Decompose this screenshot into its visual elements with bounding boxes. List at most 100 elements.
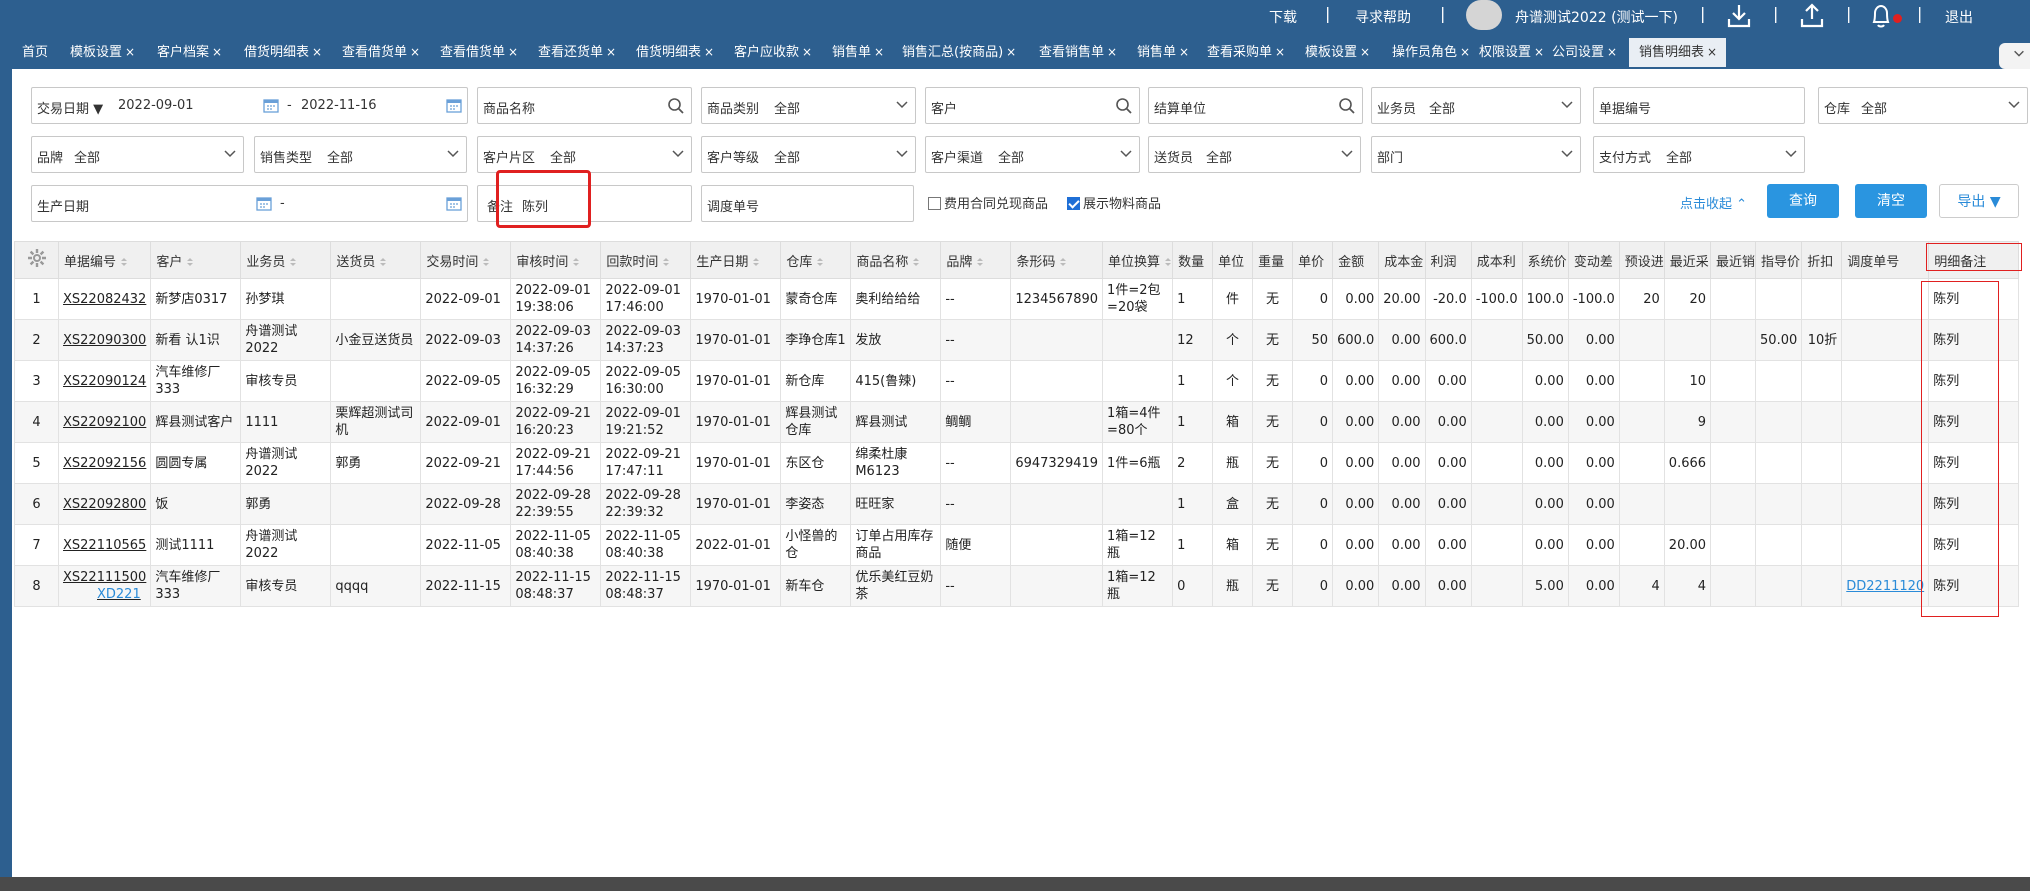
calendar-icon[interactable] <box>446 97 462 113</box>
tab-item[interactable]: 客户应收款 × <box>724 38 822 67</box>
avatar[interactable] <box>1466 0 1502 30</box>
tab-dropdown[interactable] <box>1999 43 2030 69</box>
doc-number-link[interactable]: XS22110565 <box>57 524 152 566</box>
doc-no-field[interactable]: 单据编号 <box>1593 87 1805 124</box>
sort-icon[interactable] <box>186 257 194 267</box>
search-icon[interactable] <box>1338 97 1356 115</box>
calendar-icon[interactable] <box>256 195 272 211</box>
doc-number[interactable]: XS22082432 <box>63 291 146 308</box>
column-header[interactable]: 生产日期 <box>690 241 782 279</box>
salesman-select[interactable]: 业务员 全部 <box>1371 87 1581 124</box>
collapse-link[interactable]: 点击收起 ⌃ <box>1680 193 1747 212</box>
column-header[interactable]: 交易时间 <box>420 241 512 279</box>
search-icon[interactable] <box>667 97 685 115</box>
doc-number[interactable]: XS22090300 <box>63 332 146 349</box>
calendar-icon[interactable] <box>263 97 279 113</box>
trade-date-label[interactable]: 交易日期 ▼ <box>37 98 103 117</box>
column-header[interactable]: 重量 <box>1252 241 1294 279</box>
doc-number-link[interactable]: XS22092800 <box>57 483 152 525</box>
column-header[interactable]: 最近销 <box>1710 241 1757 279</box>
column-header[interactable]: 调度单号 <box>1841 241 1930 279</box>
table-row[interactable]: 4 XS22092100 辉县测试客户 1111 栗辉超测试司机 2022-09-01 20… <box>14 401 2020 443</box>
column-header[interactable]: 系统价 <box>1521 241 1569 279</box>
tab-item[interactable]: 查看借货单 × <box>430 38 528 67</box>
customer-field[interactable]: 客户 <box>925 87 1140 124</box>
column-settings[interactable] <box>14 241 59 279</box>
close-icon[interactable]: × <box>508 45 518 59</box>
fee-contract-checkbox[interactable]: 费用合同兑现商品 <box>928 193 1048 212</box>
doc-number[interactable]: XS22110565 <box>63 537 146 554</box>
doc-number[interactable]: XS22092100 <box>63 414 146 431</box>
column-header[interactable]: 折扣 <box>1801 241 1843 279</box>
query-button[interactable]: 查询 <box>1767 184 1839 218</box>
tab-item[interactable]: 借货明细表 × <box>234 38 332 67</box>
sort-icon[interactable] <box>752 257 760 267</box>
column-header[interactable]: 数量 <box>1172 241 1214 279</box>
brand-select[interactable]: 品牌 全部 <box>31 136 244 173</box>
sort-icon[interactable] <box>120 257 128 267</box>
customer-level-select[interactable]: 客户等级 全部 <box>701 136 916 173</box>
sort-icon[interactable] <box>662 257 670 267</box>
column-header[interactable]: 审核时间 <box>510 241 602 279</box>
table-row[interactable]: 6 XS22092800 饭郭勇 2022-09-28 2022-09-28 22:39… <box>14 483 2020 525</box>
column-header[interactable]: 条形码 <box>1010 241 1104 279</box>
close-icon[interactable]: × <box>410 45 420 59</box>
close-icon[interactable]: × <box>1707 45 1717 59</box>
help-link[interactable]: 寻求帮助 <box>1355 7 1411 27</box>
download-icon[interactable] <box>1724 2 1754 30</box>
table-row[interactable]: 3 XS22090124 汽车维修厂333 审核专员 2022-09-05 2022-09… <box>14 360 2020 402</box>
tab-item[interactable]: 查看采购单 × <box>1197 38 1295 67</box>
sales-type-select[interactable]: 销售类型 全部 <box>254 136 467 173</box>
show-material-checkbox[interactable]: 展示物料商品 <box>1067 193 1161 212</box>
doc-number[interactable]: XS22111500 <box>63 569 146 586</box>
clear-button[interactable]: 清空 <box>1855 184 1927 218</box>
dispatch-no-field[interactable]: 调度单号 <box>701 185 914 222</box>
column-header[interactable]: 品牌 <box>940 241 1012 279</box>
tab-item[interactable]: 销售汇总(按商品) × <box>892 38 1029 67</box>
close-icon[interactable]: × <box>1607 45 1617 59</box>
close-icon[interactable]: × <box>1107 45 1117 59</box>
date-to-value[interactable]: 2022-11-16 <box>301 98 377 113</box>
deliverer-select[interactable]: 送货员 全部 <box>1148 136 1361 173</box>
calendar-icon[interactable] <box>446 195 462 211</box>
sort-icon[interactable] <box>1164 257 1172 267</box>
doc-number-link[interactable]: XS22090124 <box>57 360 152 402</box>
column-header[interactable]: 业务员 <box>240 241 332 279</box>
related-doc-number[interactable]: XD221 <box>63 586 146 603</box>
sort-icon[interactable] <box>816 257 824 267</box>
upload-icon[interactable] <box>1797 2 1827 30</box>
bell-icon[interactable] <box>1866 2 1896 30</box>
department-select[interactable]: 部门 <box>1371 136 1581 173</box>
checkbox-unchecked-icon[interactable] <box>928 197 941 210</box>
date-from-value[interactable]: 2022-09-01 <box>118 98 194 113</box>
gear-icon[interactable] <box>27 248 47 268</box>
customer-area-select[interactable]: 客户片区 全部 <box>477 136 692 173</box>
product-name-field[interactable]: 商品名称 <box>477 87 692 124</box>
sort-icon[interactable] <box>976 257 984 267</box>
column-header[interactable]: 商品名称 <box>850 241 942 279</box>
table-row[interactable]: 2 XS22090300 新看 认1识 舟谱测试2022 小金豆送货员 2022-09-0… <box>14 319 2020 361</box>
tab-item[interactable]: 查看借货单 × <box>332 38 430 67</box>
checkbox-checked-icon[interactable] <box>1067 197 1080 210</box>
column-header[interactable]: 预设进 <box>1618 241 1665 279</box>
column-header[interactable]: 指导价 <box>1755 241 1803 279</box>
close-icon[interactable]: × <box>704 45 714 59</box>
sort-icon[interactable] <box>1059 257 1067 267</box>
close-icon[interactable]: × <box>606 45 616 59</box>
doc-number[interactable]: XS22090124 <box>63 373 146 390</box>
column-header[interactable]: 仓库 <box>780 241 852 279</box>
column-header[interactable]: 单价 <box>1292 241 1334 279</box>
tab-item[interactable]: 销售单 × <box>822 38 892 67</box>
tab-item[interactable]: 借货明细表 × <box>626 38 724 67</box>
doc-number-link[interactable]: XS22082432 <box>57 278 152 320</box>
column-header[interactable]: 单位 <box>1212 241 1254 279</box>
close-icon[interactable]: × <box>1006 45 1016 59</box>
dispatch-no-link[interactable]: DD2211120 <box>1841 565 1930 607</box>
close-icon[interactable]: × <box>125 45 135 59</box>
column-header[interactable]: 变动差 <box>1567 241 1620 279</box>
table-row[interactable]: 5 XS22092156 圆圆专属 舟谱测试2022 郭勇 2022-09-21 2022-… <box>14 442 2020 484</box>
tab-item[interactable]: 销售明细表 × <box>1629 38 1726 67</box>
tab-item[interactable]: 公司设置 × <box>1542 38 1629 67</box>
tab-item[interactable]: 操作员角色 × <box>1382 38 1470 67</box>
tab-item[interactable]: 查看销售单 × <box>1029 38 1127 67</box>
